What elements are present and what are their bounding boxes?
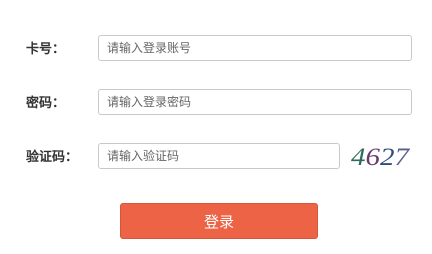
password-label: 密码： [26, 95, 66, 110]
captcha-row: 验证码： 4627 [0, 141, 432, 173]
card-number-input[interactable] [98, 35, 412, 61]
captcha-input[interactable] [98, 143, 340, 169]
captcha-graphic: 4627 [351, 144, 411, 171]
login-button[interactable]: 登录 [120, 203, 318, 239]
captcha-label: 验证码： [26, 149, 79, 164]
card-number-label: 卡号： [26, 41, 66, 56]
captcha-char: 6 [366, 144, 381, 171]
card-number-row: 卡号： [0, 33, 432, 65]
captcha-image[interactable]: 4627 [350, 141, 412, 171]
captcha-char: 2 [380, 144, 395, 171]
captcha-char: 7 [395, 144, 411, 171]
password-row: 密码： [0, 87, 432, 119]
captcha-char: 4 [351, 144, 366, 171]
captcha-text: 4627 [351, 144, 411, 171]
password-input[interactable] [98, 89, 412, 115]
